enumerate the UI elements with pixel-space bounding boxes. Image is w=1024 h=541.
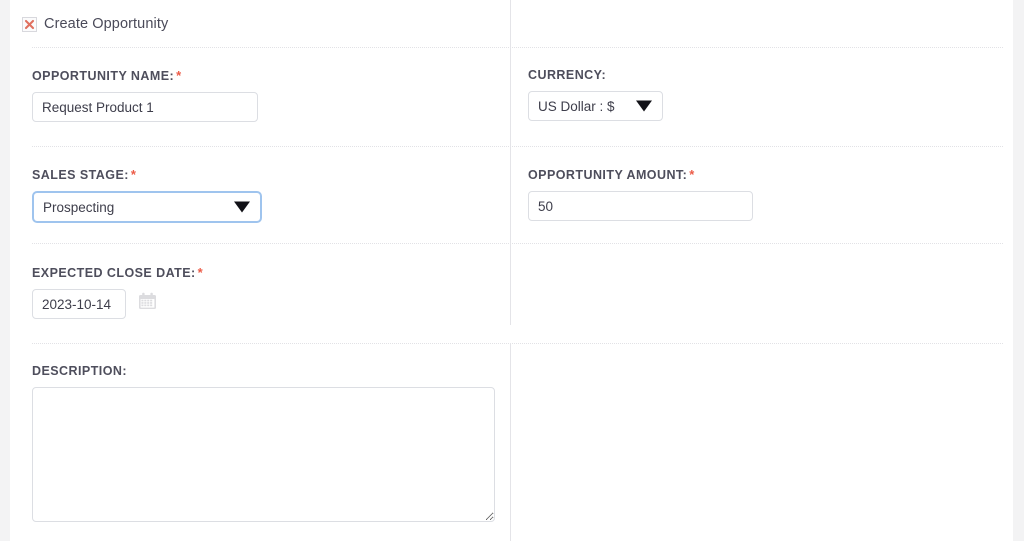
form-header: Create Opportunity xyxy=(22,11,168,37)
field-label-opportunity-amount: OPPORTUNITY AMOUNT:* xyxy=(528,167,753,182)
chevron-down-icon xyxy=(636,101,652,112)
opportunity-amount-input[interactable] xyxy=(528,191,753,221)
opportunity-name-input[interactable] xyxy=(32,92,258,122)
right-page-gutter xyxy=(1013,0,1024,541)
label-text: EXPECTED CLOSE DATE: xyxy=(32,266,196,280)
create-opportunity-form-panel: Create Opportunity OPPORTUNITY NAME:* SA… xyxy=(10,0,1013,541)
label-text: DESCRIPTION: xyxy=(32,364,127,378)
field-sales-stage: SALES STAGE:* Prospecting xyxy=(32,167,262,223)
field-label-opportunity-name: OPPORTUNITY NAME:* xyxy=(32,68,258,83)
column-divider xyxy=(510,0,511,325)
left-page-gutter xyxy=(0,0,10,541)
required-indicator: * xyxy=(689,167,695,182)
field-label-sales-stage: SALES STAGE:* xyxy=(32,167,262,182)
field-opportunity-name: OPPORTUNITY NAME:* xyxy=(32,68,258,122)
page-title: Create Opportunity xyxy=(44,16,168,32)
broken-image-icon[interactable] xyxy=(22,17,37,32)
sales-stage-select[interactable]: Prospecting xyxy=(32,191,262,223)
field-expected-close-date: EXPECTED CLOSE DATE:* xyxy=(32,265,203,319)
column-divider xyxy=(510,343,511,541)
required-indicator: * xyxy=(131,167,137,182)
section-separator xyxy=(32,243,1003,245)
field-opportunity-amount: OPPORTUNITY AMOUNT:* xyxy=(528,167,753,221)
field-label-currency: CURRENCY: xyxy=(528,68,663,82)
required-indicator: * xyxy=(198,265,204,280)
currency-selected-value: US Dollar : $ xyxy=(538,99,615,114)
label-text: OPPORTUNITY NAME: xyxy=(32,69,174,83)
currency-select[interactable]: US Dollar : $ xyxy=(528,91,663,121)
label-text: SALES STAGE: xyxy=(32,168,129,182)
label-text: CURRENCY: xyxy=(528,68,606,82)
field-currency: CURRENCY: US Dollar : $ xyxy=(528,68,663,121)
calendar-icon[interactable] xyxy=(138,292,157,316)
label-text: OPPORTUNITY AMOUNT: xyxy=(528,168,687,182)
field-label-description: DESCRIPTION: xyxy=(32,364,495,378)
date-input-row xyxy=(32,289,203,319)
sales-stage-selected-value: Prospecting xyxy=(43,200,114,215)
section-separator xyxy=(32,146,1003,148)
section-separator xyxy=(32,47,1003,49)
chevron-down-icon xyxy=(234,202,250,213)
required-indicator: * xyxy=(176,68,182,83)
field-description: DESCRIPTION: xyxy=(32,364,495,522)
field-label-expected-close-date: EXPECTED CLOSE DATE:* xyxy=(32,265,203,280)
section-separator xyxy=(32,343,1003,345)
expected-close-date-input[interactable] xyxy=(32,289,126,319)
description-textarea[interactable] xyxy=(32,387,495,522)
